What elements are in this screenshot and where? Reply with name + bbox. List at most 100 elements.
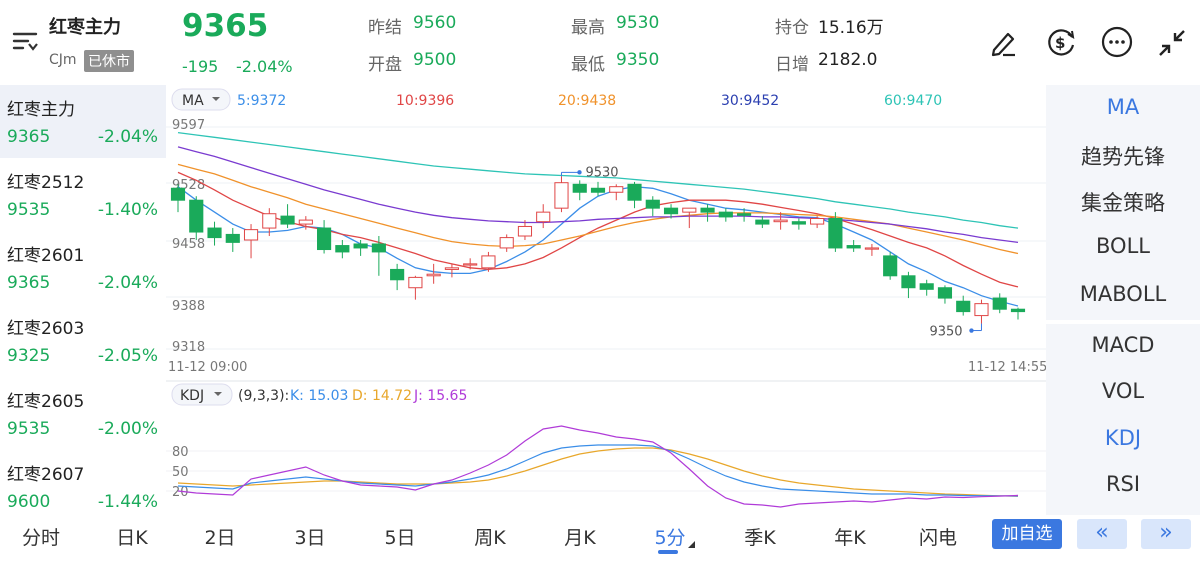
candle-body	[810, 218, 825, 225]
indicator-ma[interactable]: MA	[1046, 95, 1200, 119]
candle-body	[992, 297, 1007, 310]
kdj-selector[interactable]: KDJ	[171, 383, 233, 406]
time-end-label: 11-12 14:55	[968, 360, 1046, 375]
candle-body	[536, 211, 551, 223]
candle-body	[463, 263, 478, 266]
list-item-change: -1.44%	[97, 492, 158, 512]
candle-body	[1010, 308, 1026, 313]
candle-body	[243, 229, 259, 241]
last-price: 9365	[182, 8, 269, 44]
panel-divider	[1046, 320, 1200, 324]
svg-text:$: $	[1055, 34, 1065, 52]
list-item-name: 红枣2603	[7, 319, 85, 339]
list-item[interactable]: 红枣2601 9365 -2.04%	[0, 231, 166, 304]
tab-lightning[interactable]: 闪电	[908, 523, 968, 550]
tab-dropdown-icon[interactable]	[688, 541, 695, 548]
next-button[interactable]: »	[1141, 519, 1191, 549]
candle-body	[627, 183, 642, 201]
list-item[interactable]: 红枣2512 9535 -1.40%	[0, 158, 166, 231]
more-icon[interactable]	[1100, 25, 1134, 63]
kdj-j-label: J: 15.65	[413, 388, 467, 404]
stat-label: 昨结	[368, 18, 402, 38]
list-item-change: -2.00%	[97, 419, 158, 439]
candle-body	[554, 182, 569, 209]
candle-body	[737, 213, 752, 216]
candles	[170, 176, 1026, 324]
list-item-price: 9325	[7, 346, 51, 366]
prev-button[interactable]: «	[1077, 519, 1127, 549]
candle-body	[317, 227, 332, 251]
kdj-d-line	[177, 447, 1019, 497]
tab-3day[interactable]: 3日	[280, 523, 340, 550]
contract-name: 红枣主力	[49, 17, 121, 38]
indicator-kdj[interactable]: KDJ	[1046, 426, 1200, 450]
ma-selector-label: MA	[182, 93, 204, 109]
candle-body	[298, 219, 313, 225]
indicator-fund-strategy[interactable]: 集金策略	[1046, 187, 1200, 217]
filter-menu-icon[interactable]	[12, 30, 38, 52]
list-item[interactable]: 红枣2607 9600 -1.44%	[0, 450, 166, 523]
candle-body	[444, 267, 459, 270]
candle-body	[609, 186, 624, 193]
ma5-line	[177, 186, 1019, 307]
kline-chart[interactable]: MA 5:9372 10:9396 20:9438 30:9452 60:947…	[166, 85, 1046, 515]
list-item-name: 红枣主力	[7, 100, 75, 120]
candle-body	[791, 221, 806, 225]
list-item-price: 9600	[7, 492, 51, 512]
list-item[interactable]: 红枣2603 9325 -2.05%	[0, 304, 166, 377]
candle-body	[663, 207, 679, 215]
ma10-label: 10:9396	[396, 93, 454, 109]
indicator-boll[interactable]: BOLL	[1046, 234, 1200, 258]
kdj-lines	[177, 425, 1019, 508]
kdj-axis-label: 50	[172, 465, 189, 480]
candle-body	[499, 237, 514, 249]
list-item-price: 9535	[7, 200, 51, 220]
list-item-name: 红枣2605	[7, 392, 85, 412]
ma60-label: 60:9470	[884, 93, 942, 109]
kdj-axis-label: 80	[172, 445, 189, 460]
kdj-j-line	[177, 425, 1019, 508]
collapse-icon[interactable]	[1156, 27, 1188, 63]
tab-week-k[interactable]: 周K	[460, 523, 520, 550]
indicator-macd[interactable]: MACD	[1046, 333, 1200, 357]
stat-value: 9500	[413, 50, 457, 70]
indicator-rsi[interactable]: RSI	[1046, 472, 1200, 496]
indicator-vol[interactable]: VOL	[1046, 379, 1200, 403]
tab-2day[interactable]: 2日	[190, 523, 250, 550]
tab-year-k[interactable]: 年K	[820, 523, 880, 550]
candle-body	[864, 247, 879, 250]
contract-code: CJm	[49, 52, 77, 68]
stat-value: 9560	[413, 13, 457, 33]
tab-5day[interactable]: 5日	[370, 523, 430, 550]
candle-body	[225, 233, 240, 243]
indicator-maboll[interactable]: MABOLL	[1046, 282, 1200, 306]
kdj-params: (9,3,3):	[238, 388, 289, 404]
add-watchlist-button[interactable]: 加自选	[992, 519, 1062, 549]
list-item[interactable]: 红枣主力 9365 -2.04%	[0, 85, 166, 158]
tab-month-k[interactable]: 月K	[550, 523, 610, 550]
candle-body	[262, 213, 277, 229]
price-axis-label: 9458	[172, 237, 205, 252]
currency-exchange-icon[interactable]: $	[1044, 25, 1078, 63]
candle-body	[828, 218, 843, 249]
ma-selector[interactable]: MA	[171, 88, 231, 111]
candle-body	[645, 199, 660, 209]
tab-fenshi[interactable]: 分时	[11, 523, 71, 550]
pen-icon[interactable]	[988, 26, 1020, 62]
candle-body	[426, 273, 441, 277]
indicator-trend-pioneer[interactable]: 趋势先锋	[1046, 141, 1200, 171]
ma-lines	[177, 131, 1019, 307]
list-item[interactable]: 红枣2605 9535 -2.00%	[0, 377, 166, 450]
kdj-k-label: K: 15.03	[290, 388, 348, 404]
tab-quarter-k[interactable]: 季K	[730, 523, 790, 550]
candle-body	[773, 219, 788, 223]
list-item-change: -2.04%	[97, 273, 158, 293]
tab-day-k[interactable]: 日K	[102, 523, 162, 550]
candle-body	[170, 187, 186, 201]
candle-body	[517, 225, 533, 237]
stat-value: 15.16万	[818, 18, 884, 38]
candle-body	[371, 243, 386, 253]
ma30-label: 30:9452	[721, 93, 779, 109]
list-item-price: 9365	[7, 127, 51, 147]
candle-body	[590, 187, 606, 193]
